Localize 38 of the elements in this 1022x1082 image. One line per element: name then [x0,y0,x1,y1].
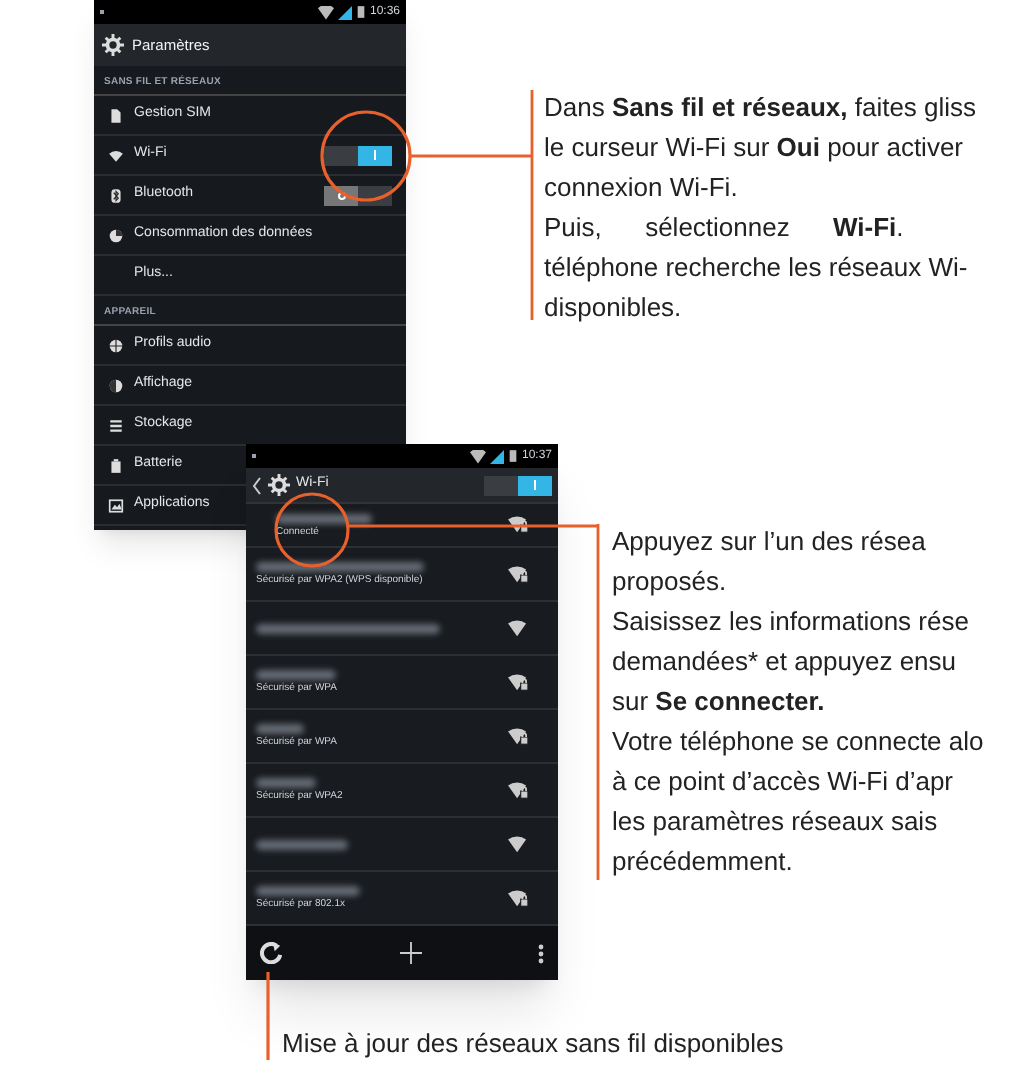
settings-icon [102,34,124,56]
cell-signal-icon [489,449,504,463]
apps-icon [108,497,124,513]
add-network-button[interactable] [399,942,421,964]
overflow-menu-button[interactable] [538,943,544,963]
cell-signal-icon [337,5,352,19]
highlight-circle [320,110,412,202]
toggle-switch[interactable] [324,145,392,165]
storage-icon [108,417,124,433]
audio-icon [108,337,124,353]
battery-icon [108,457,124,473]
back-icon [252,475,262,495]
blurred-network-name [256,670,336,680]
leader-line [266,972,270,1060]
instruction-text: Mise à jour des réseaux sans fil disponibles [282,1026,784,1062]
wifi-signal-icon [317,5,334,19]
battery-icon [355,4,366,20]
display-icon [108,377,124,393]
menu-icon [538,943,544,963]
instruction-text: Appuyez sur l’un des résea proposés. Saisissez les informations rése demandées* et appuyez ensu sur Se connecter. Votre téléphone se connecte alo à ce point d’accès Wi-Fi d’apr les paramètres réseaux sais précédemment. [612,524,984,880]
blurred-network-name [256,724,304,734]
settings-icon [268,474,290,496]
refresh-icon [260,942,282,964]
blurred-network-name [256,886,360,896]
blurred-network-name [256,778,316,788]
refresh-button[interactable] [260,942,282,964]
wifi-icon [108,147,124,163]
bluetooth-icon [108,187,124,203]
battery-icon [507,448,518,464]
data-icon [108,227,124,243]
highlight-circle [274,492,350,568]
instruction-text: Dans Sans fil et réseaux, faites gliss le curseur Wi-Fi sur Oui pour activer connexion Wi-Fi. Puis, sélectionnez Wi-Fi. téléphone recherche les réseaux Wi- disponibles. [544,90,977,326]
wifi-signal-icon [469,449,486,463]
blurred-network-name [276,513,372,523]
blurred-network-name [256,839,348,849]
plus-icon [399,942,421,964]
sim-icon [108,107,124,123]
toggle-switch[interactable] [484,475,552,495]
